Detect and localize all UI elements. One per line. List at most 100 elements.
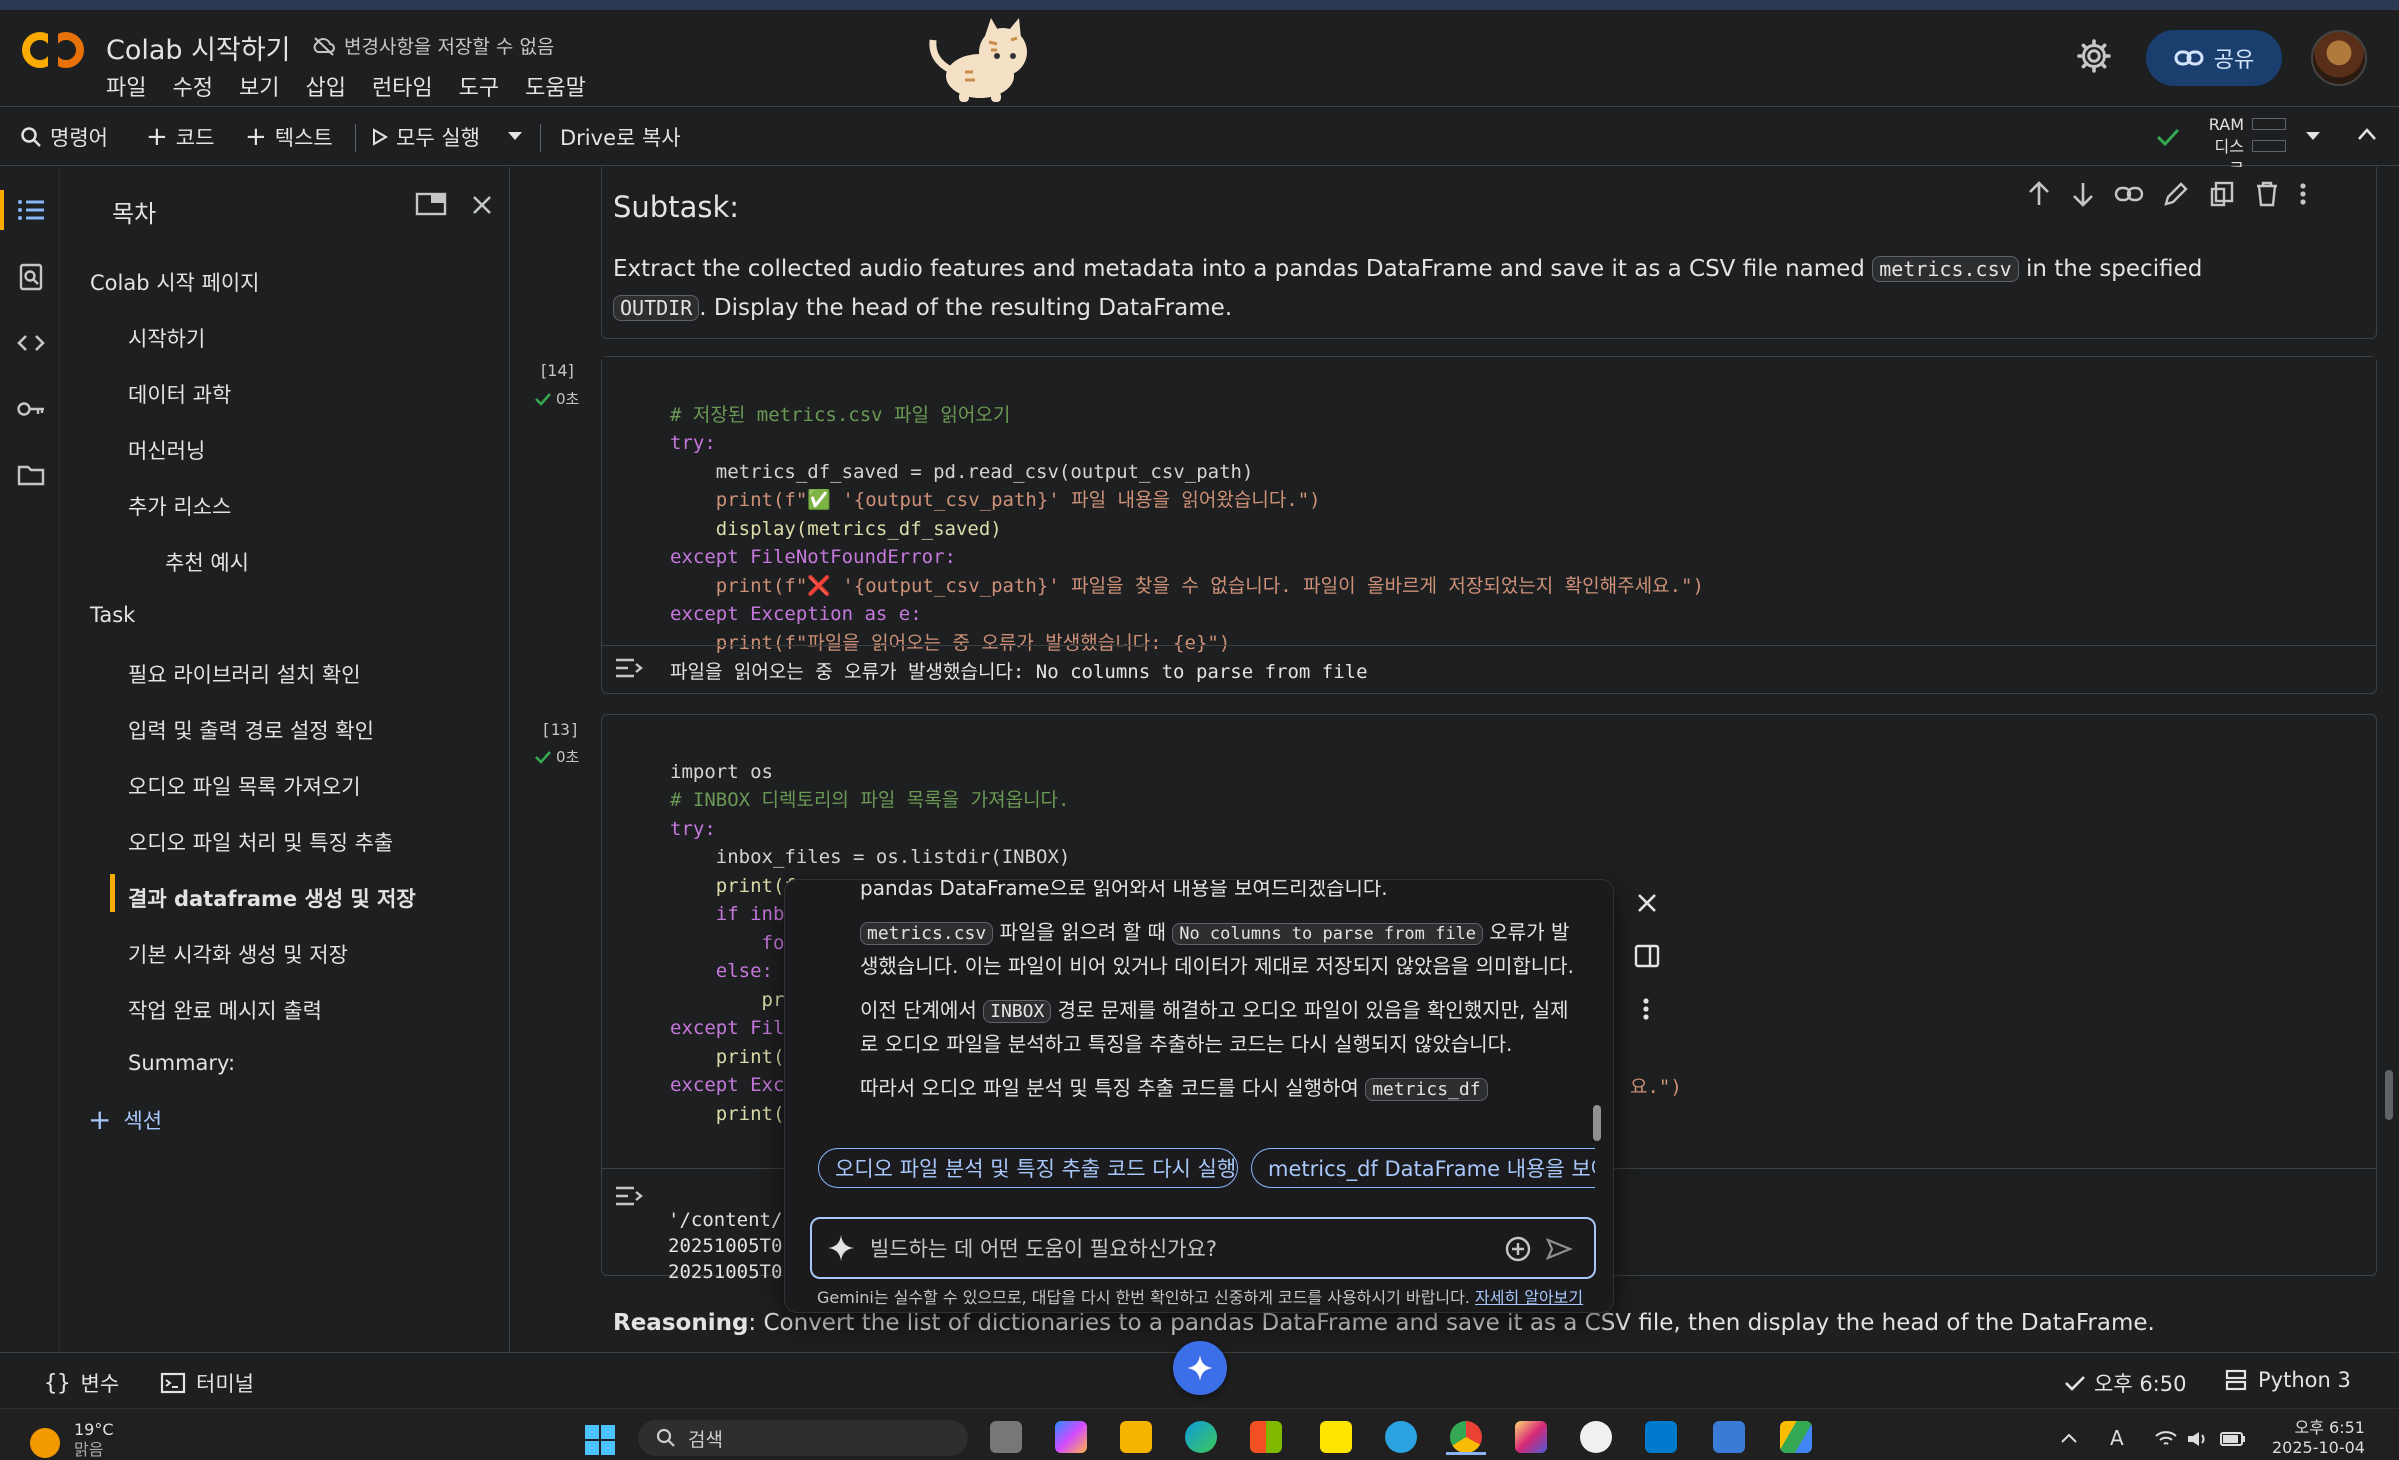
toc-item[interactable]: 데이터 과학 xyxy=(128,379,231,409)
move-up-icon[interactable] xyxy=(2026,180,2052,208)
toc-item[interactable]: Summary: xyxy=(128,1051,235,1075)
menu-help[interactable]: 도움말 xyxy=(525,70,586,102)
output-toggle-icon[interactable] xyxy=(614,1184,644,1208)
plus-icon: + xyxy=(245,122,267,152)
edge-browser-icon[interactable] xyxy=(1185,1421,1217,1453)
link-icon[interactable] xyxy=(2114,180,2144,208)
task-view-icon[interactable] xyxy=(990,1421,1022,1453)
chat-input-field[interactable]: 빌드하는 데 어떤 도움이 필요하신가요? xyxy=(870,1233,1217,1263)
toc-item[interactable]: 오디오 파일 목록 가져오기 xyxy=(128,771,361,801)
code-line: display(metrics_df_saved) xyxy=(670,517,1002,540)
windows-start-icon[interactable] xyxy=(584,1424,616,1456)
edit-pencil-icon[interactable] xyxy=(2162,180,2190,208)
telegram-icon[interactable] xyxy=(1385,1421,1417,1453)
photos-icon[interactable] xyxy=(1713,1421,1745,1453)
code-line: metrics_df_saved = pd.read_csv(output_cs… xyxy=(670,460,1254,483)
dock-panel-icon[interactable] xyxy=(1634,944,1660,968)
clock-date: 2025-10-04 xyxy=(2272,1438,2365,1457)
terminal-button[interactable]: 터미널 xyxy=(160,1368,254,1398)
output-divider xyxy=(602,645,2376,646)
suggestion-chip[interactable]: metrics_df DataFrame 내용을 보여 xyxy=(1251,1148,1595,1188)
open-in-tab-icon[interactable] xyxy=(415,191,447,217)
toc-item[interactable]: 작업 완료 메시지 출력 xyxy=(128,995,322,1025)
battery-icon[interactable] xyxy=(2220,1430,2246,1448)
vscode-icon[interactable] xyxy=(1645,1421,1677,1453)
system-clock[interactable]: 오후 6:51 2025-10-04 xyxy=(2272,1418,2365,1458)
files-folder-icon[interactable] xyxy=(16,460,46,490)
variables-button[interactable]: {} 변수 xyxy=(44,1368,119,1398)
menu-view[interactable]: 보기 xyxy=(239,70,279,102)
settings-gear-icon[interactable] xyxy=(2076,38,2112,74)
output-toggle-icon[interactable] xyxy=(614,656,644,680)
suggestion-chip[interactable]: 오디오 파일 분석 및 특징 추출 코드 다시 실행 xyxy=(818,1148,1238,1188)
chevron-down-icon[interactable] xyxy=(2304,130,2322,142)
toc-item[interactable]: 시작하기 xyxy=(128,323,205,353)
menu-runtime[interactable]: 런타임 xyxy=(372,70,433,102)
more-vert-icon[interactable] xyxy=(2298,180,2308,208)
close-icon[interactable] xyxy=(470,193,494,217)
plus-icon: + xyxy=(88,1103,112,1136)
colab-logo-icon[interactable] xyxy=(22,30,84,70)
send-icon[interactable] xyxy=(1545,1237,1573,1261)
google-drive-icon[interactable] xyxy=(1780,1421,1812,1453)
code-snippets-icon[interactable] xyxy=(16,328,46,358)
toc-item[interactable]: Colab 시작 페이지 xyxy=(90,267,260,297)
chat-input-box[interactable]: 빌드하는 데 어떤 도움이 필요하신가요? xyxy=(810,1217,1596,1279)
search-label: 검색 xyxy=(688,1428,723,1451)
secrets-key-icon[interactable] xyxy=(16,394,46,424)
chat-scrollbar-thumb[interactable] xyxy=(1593,1105,1601,1141)
menu-insert[interactable]: 삽입 xyxy=(305,70,345,102)
toc-item[interactable]: 필요 라이브러리 설치 확인 xyxy=(128,659,361,689)
move-down-icon[interactable] xyxy=(2070,180,2096,208)
toc-item-active[interactable]: 결과 dataframe 생성 및 저장 xyxy=(128,883,416,913)
wifi-icon[interactable] xyxy=(2154,1430,2178,1448)
execution-status[interactable]: 오후 6:50 xyxy=(2064,1368,2186,1398)
toc-item[interactable]: 머신러닝 xyxy=(128,435,205,465)
run-all-button[interactable]: 모두 실행 xyxy=(372,122,480,152)
menu-tools[interactable]: 도구 xyxy=(459,70,499,102)
chevron-up-icon[interactable] xyxy=(2060,1432,2078,1444)
notebook-title[interactable]: Colab 시작하기 xyxy=(106,28,291,67)
toc-item[interactable]: 오디오 파일 처리 및 특징 추출 xyxy=(128,827,393,857)
weather-widget[interactable]: 19°C 맑음 xyxy=(74,1420,114,1460)
github-icon[interactable] xyxy=(1580,1421,1612,1453)
copilot-icon[interactable] xyxy=(1055,1421,1087,1453)
learn-more-link[interactable]: 자세히 알아보기 xyxy=(1475,1288,1583,1307)
code-line: print(f"✅ '{output_csv_path}' 파일 내용을 읽어왔… xyxy=(670,489,1321,511)
kakaotalk-icon[interactable] xyxy=(1320,1421,1352,1453)
toc-item[interactable]: 추가 리소스 xyxy=(128,491,231,521)
chevron-down-icon[interactable] xyxy=(506,130,524,142)
find-replace-icon[interactable] xyxy=(16,262,46,292)
user-avatar[interactable] xyxy=(2311,30,2367,86)
add-section-button[interactable]: + 섹션 xyxy=(88,1103,162,1136)
menu-edit[interactable]: 수정 xyxy=(172,70,212,102)
close-icon[interactable] xyxy=(1636,892,1658,914)
chevron-up-icon[interactable] xyxy=(2356,126,2378,142)
instagram-icon[interactable] xyxy=(1515,1421,1547,1453)
chrome-icon[interactable] xyxy=(1450,1421,1482,1453)
reasoning-label: Reasoning xyxy=(613,1310,749,1336)
taskbar-search[interactable]: 검색 xyxy=(638,1420,968,1456)
file-explorer-icon[interactable] xyxy=(1120,1421,1152,1453)
toc-item[interactable]: Task xyxy=(90,603,135,627)
table-of-contents-icon[interactable] xyxy=(16,195,46,225)
toc-item[interactable]: 추천 예시 xyxy=(165,547,249,577)
toc-item[interactable]: 입력 및 출력 경로 설정 확인 xyxy=(128,715,374,745)
toc-item[interactable]: 기본 시각화 생성 및 저장 xyxy=(128,939,348,969)
share-button[interactable]: 공유 xyxy=(2146,30,2282,86)
add-attachment-icon[interactable] xyxy=(1504,1235,1532,1263)
add-code-button[interactable]: + 코드 xyxy=(146,122,214,152)
delete-trash-icon[interactable] xyxy=(2254,180,2280,208)
command-palette-button[interactable]: 명령어 xyxy=(20,122,108,152)
gemini-button[interactable] xyxy=(1173,1341,1227,1395)
volume-icon[interactable] xyxy=(2186,1430,2210,1448)
menu-file[interactable]: 파일 xyxy=(106,70,146,102)
ime-icon[interactable]: A xyxy=(2110,1426,2124,1450)
main-scrollbar-thumb[interactable] xyxy=(2385,1070,2393,1120)
more-vert-icon[interactable] xyxy=(1641,996,1651,1022)
add-text-button[interactable]: + 텍스트 xyxy=(245,122,333,152)
copy-to-drive-button[interactable]: Drive로 복사 xyxy=(560,122,681,152)
ms-store-icon[interactable] xyxy=(1250,1421,1282,1453)
mirror-cell-icon[interactable] xyxy=(2208,180,2236,208)
runtime-indicator[interactable]: Python 3 xyxy=(2224,1368,2351,1392)
